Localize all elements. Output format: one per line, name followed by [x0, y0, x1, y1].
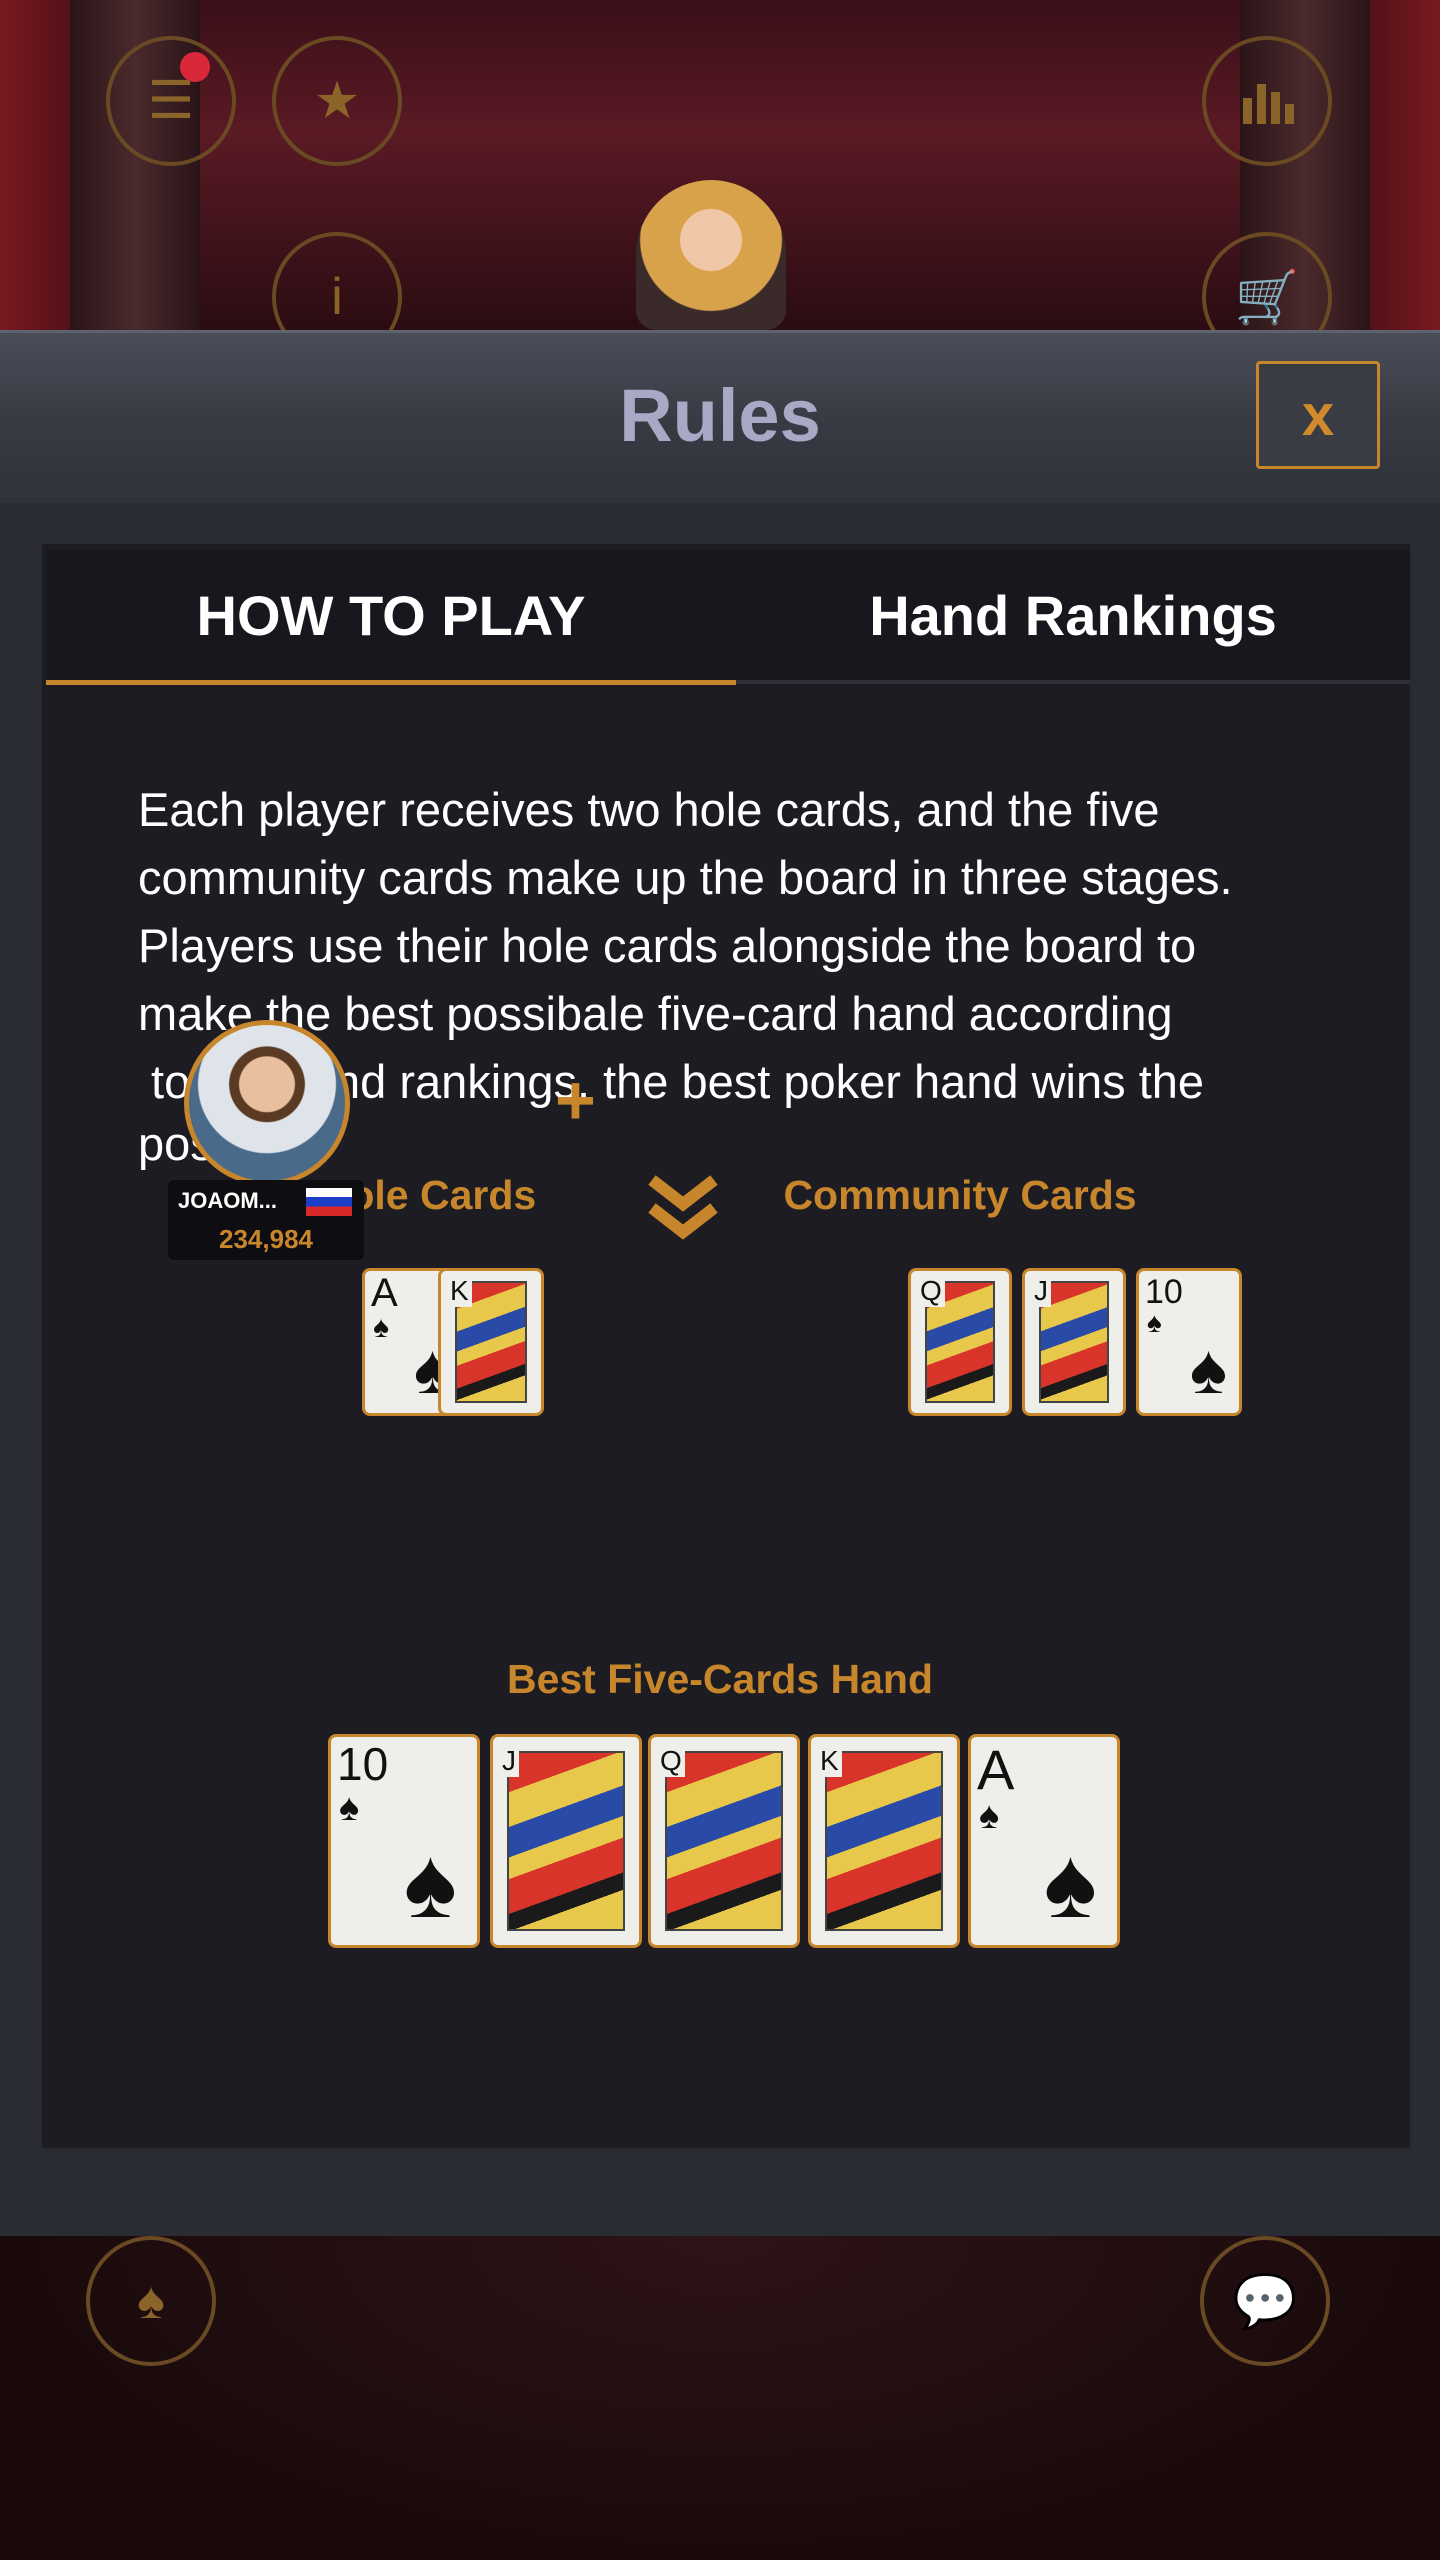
tab-bar: HOW TO PLAY Hand Rankings — [46, 550, 1410, 685]
player-info: JOAOM... 234,984 — [168, 1180, 364, 1260]
card-rank: A — [371, 1271, 398, 1315]
card-rank: Q — [657, 1745, 685, 1777]
best-card-king-spades: K — [808, 1734, 960, 1948]
rules-line: make the best possibale five-card hand a… — [138, 987, 1173, 1040]
rules-line: Players use their hole cards alongside t… — [138, 919, 1197, 972]
spade-icon: ♠ — [1189, 1330, 1227, 1408]
dealer-avatar — [636, 180, 786, 330]
player-name: JOAOM... — [178, 1188, 278, 1213]
menu-button[interactable]: ☰ — [106, 36, 236, 166]
best-card-ace-spades: A ♠ ♠ — [968, 1734, 1120, 1948]
modal-title: Rules — [619, 374, 821, 457]
card-rank: 10 — [337, 1738, 389, 1790]
best-card-queen-spades: Q — [648, 1734, 800, 1948]
card-rank: K — [817, 1745, 842, 1777]
best-card-jack-spades: J — [490, 1734, 642, 1948]
player-chips: 234,984 — [219, 1224, 313, 1254]
spade-icon: ♠ — [373, 1311, 389, 1344]
shopping-cart-icon: 🛒 — [1234, 268, 1300, 327]
tab-how-to-play[interactable]: HOW TO PLAY — [46, 550, 736, 685]
best-card-ten-spades: 10 ♠ ♠ — [328, 1734, 480, 1948]
russia-flag-icon — [306, 1188, 352, 1216]
spade-icon: ♠ — [403, 1827, 457, 1939]
chat-button[interactable]: 💬 — [1200, 2236, 1330, 2366]
queen-face-art: Q — [917, 1275, 995, 1403]
spade-icon: ♠ — [1147, 1307, 1162, 1338]
chat-icon: 💬 — [1232, 2272, 1298, 2331]
player-avatar — [184, 1020, 350, 1186]
spade-icon: ♠ — [339, 1787, 360, 1829]
star-bookmark-icon: ★ — [313, 72, 361, 130]
bookmark-button[interactable]: ★ — [272, 36, 402, 166]
bar-chart-icon — [1243, 84, 1294, 124]
best-hand-label: Best Five-Cards Hand — [506, 1656, 934, 1702]
queen-face-art: Q — [657, 1745, 783, 1931]
table-background-bottom: ♠ 💬 — [0, 2236, 1440, 2560]
jack-face-art: J — [499, 1745, 625, 1931]
community-card-ten-spades: 10 ♠ ♠ — [1136, 1268, 1242, 1416]
modal-header: Rules x — [0, 330, 1440, 503]
community-cards-label: Community Cards — [783, 1172, 1137, 1218]
tab-hand-rankings[interactable]: Hand Rankings — [736, 550, 1410, 680]
cards-button[interactable]: ♠ — [86, 2236, 216, 2366]
spade-icon: ♠ — [979, 1795, 1000, 1837]
community-card-jack-spades: J — [1022, 1268, 1126, 1416]
community-card-queen-spades: Q — [908, 1268, 1012, 1416]
info-icon: i — [331, 268, 343, 326]
card-rank: A — [977, 1738, 1015, 1801]
spade-icon: ♠ — [1043, 1827, 1097, 1939]
rules-line: Each player receives two hole cards, and… — [138, 783, 1160, 836]
playing-cards-icon: ♠ — [137, 2272, 165, 2330]
rules-line: community cards make up the board in thr… — [138, 851, 1233, 904]
jack-face-art: J — [1031, 1275, 1109, 1403]
hole-card-king-spades: K — [438, 1268, 544, 1416]
card-rank: K — [447, 1275, 472, 1307]
card-rank: Q — [917, 1275, 945, 1307]
plus-sign: + — [555, 1061, 596, 1139]
stats-button[interactable] — [1202, 36, 1332, 166]
king-face-art: K — [817, 1745, 943, 1931]
card-rank: J — [1031, 1275, 1051, 1307]
notification-dot — [180, 52, 210, 82]
double-chevron-down-icon — [648, 1175, 718, 1240]
close-button[interactable]: x — [1256, 361, 1380, 469]
king-face-art: K — [447, 1275, 527, 1403]
card-rank: J — [499, 1745, 519, 1777]
